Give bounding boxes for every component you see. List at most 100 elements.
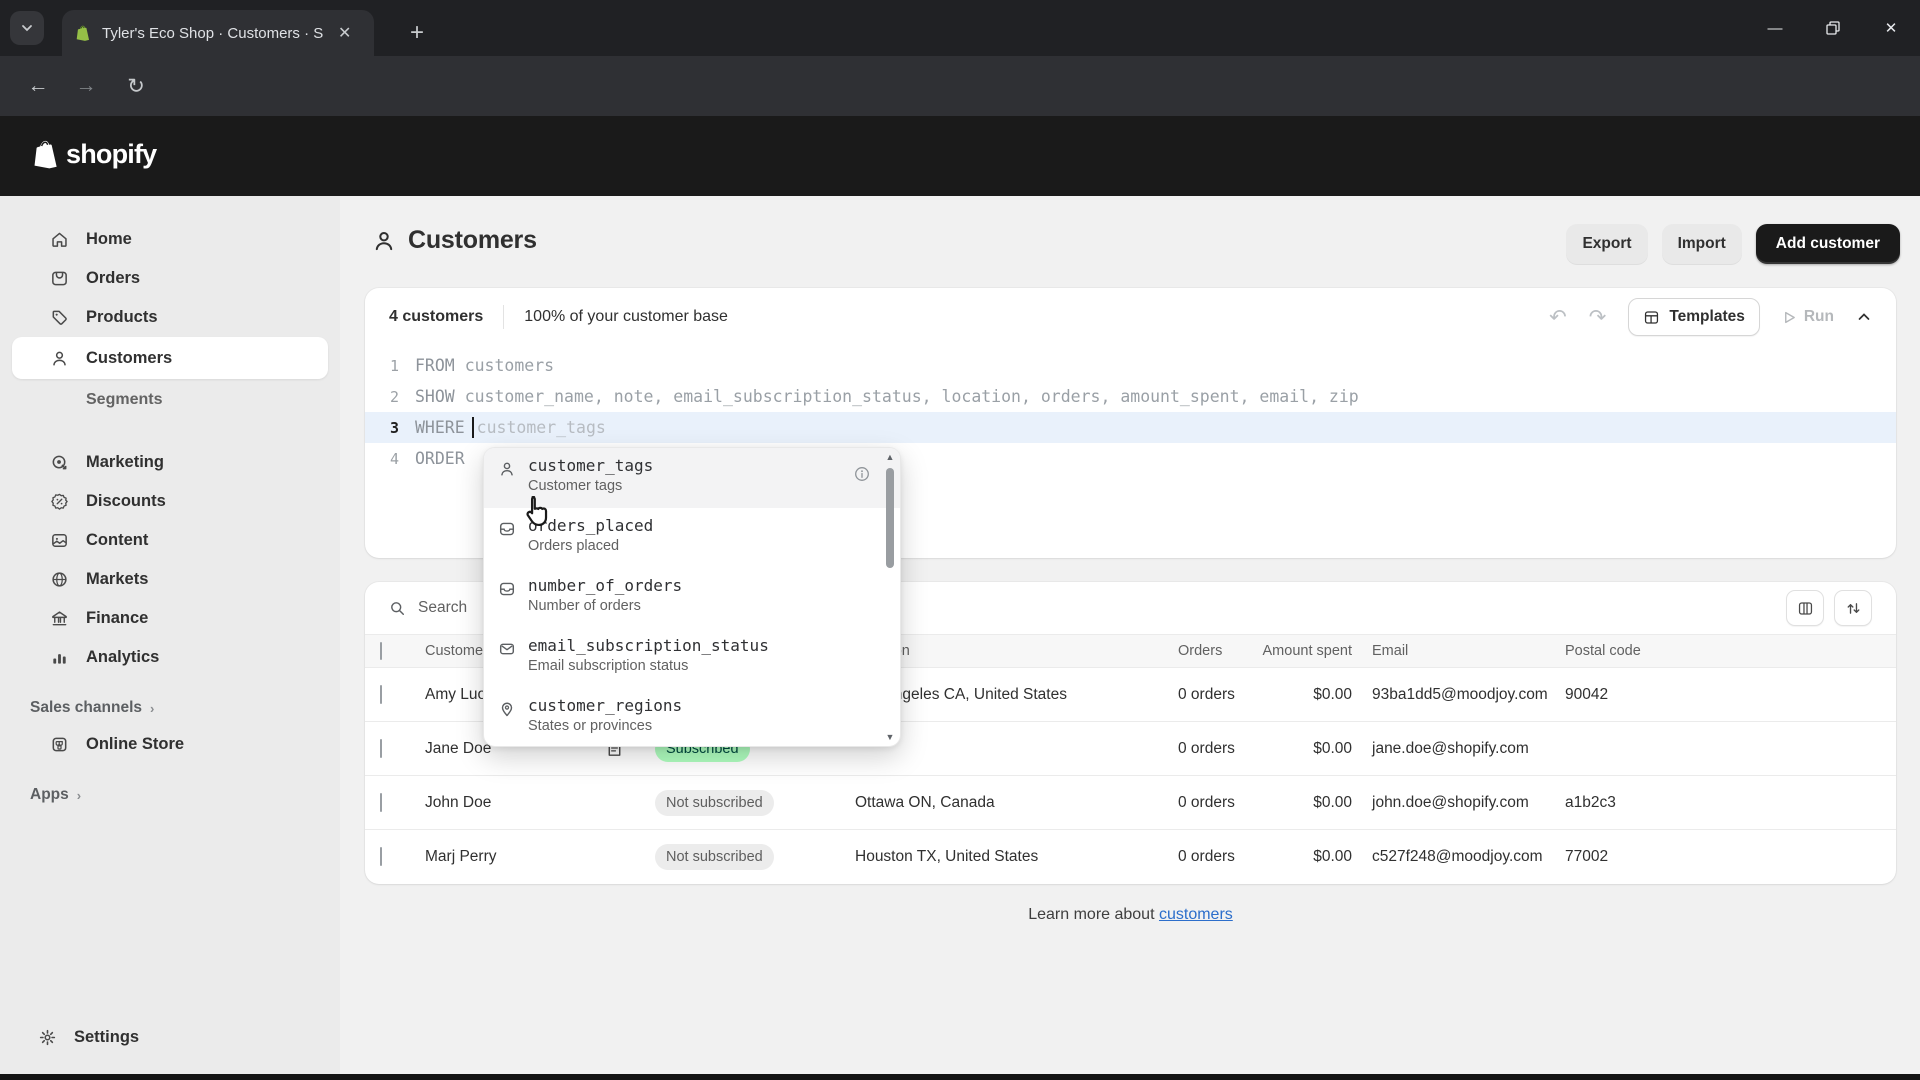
customer-name[interactable]: Jane Doe xyxy=(425,740,491,758)
row-checkbox[interactable] xyxy=(380,738,382,758)
sidebar-item-customers[interactable]: Customers xyxy=(12,337,328,379)
table-row[interactable]: Marj Perry Not subscribed Houston TX, Un… xyxy=(365,830,1896,884)
sidebar-item-discounts[interactable]: Discounts xyxy=(12,482,328,521)
query-line-3-active[interactable]: 3 WHERE customer_tags xyxy=(365,412,1896,443)
sidebar-item-online-store[interactable]: Online Store xyxy=(12,725,328,764)
sort-button[interactable] xyxy=(1834,590,1872,626)
sidebar-item-content[interactable]: Content xyxy=(12,521,328,560)
customers-icon xyxy=(50,349,69,368)
customer-amount-spent: $0.00 xyxy=(1313,685,1352,703)
sidebar-item-label: Discounts xyxy=(86,492,166,510)
tab-close-icon[interactable]: ✕ xyxy=(338,23,351,43)
sidebar-item-orders[interactable]: Orders xyxy=(12,259,328,298)
forward-button[interactable]: → xyxy=(70,70,102,102)
new-tab-button[interactable]: + xyxy=(400,16,434,50)
row-checkbox[interactable] xyxy=(380,684,382,704)
shopify-logo: shopify xyxy=(30,138,157,170)
col-header-amount-spent[interactable]: Amount spent xyxy=(1215,643,1352,659)
add-customer-button[interactable]: Add customer xyxy=(1755,224,1900,264)
person-icon xyxy=(498,460,517,479)
info-icon[interactable] xyxy=(854,466,870,482)
customer-name[interactable]: Marj Perry xyxy=(425,848,496,866)
row-checkbox[interactable] xyxy=(380,847,382,866)
dropdown-item-name: number_of_orders xyxy=(528,576,683,595)
query-line-1[interactable]: 1 FROM customers xyxy=(365,350,1896,381)
collapse-chevron-icon[interactable] xyxy=(1856,309,1872,325)
sidebar-item-label: Marketing xyxy=(86,453,164,471)
sidebar-item-label: Analytics xyxy=(86,648,160,666)
customers-learn-more-link[interactable]: customers xyxy=(1159,906,1233,923)
table-row[interactable]: John Doe Not subscribed Ottawa ON, Canad… xyxy=(365,776,1896,830)
dropdown-item-customer-regions[interactable]: customer_regions States or provinces xyxy=(484,688,900,748)
chevron-right-icon: › xyxy=(150,700,155,716)
learn-more-text: Learn more about xyxy=(1028,906,1155,923)
customer-location: Ottawa ON, Canada xyxy=(855,793,995,811)
coverage-label: 100% of your customer base xyxy=(524,308,728,325)
apps-header[interactable]: Apps › xyxy=(0,778,340,812)
row-checkbox[interactable] xyxy=(380,792,382,812)
dropdown-item-name: customer_tags xyxy=(528,456,654,475)
sales-channels-header[interactable]: Sales channels › xyxy=(0,691,340,725)
scroll-up-icon[interactable]: ▲ xyxy=(884,452,896,462)
query-line-2[interactable]: 2 SHOW customer_name, note, email_subscri… xyxy=(365,381,1896,412)
sidebar-item-marketing[interactable]: Marketing xyxy=(12,443,328,482)
export-button[interactable]: Export xyxy=(1566,224,1648,264)
sidebar-item-label: Content xyxy=(86,531,149,549)
col-header-postal-code[interactable]: Postal code xyxy=(1565,643,1641,659)
dropdown-item-number-of-orders[interactable]: number_of_orders Number of orders xyxy=(484,568,900,628)
customer-amount-spent: $0.00 xyxy=(1313,848,1352,865)
browser-toolbar: ← → ↻ admin.shopify.com/store/jy63jq-dc/… xyxy=(0,56,1920,165)
sidebar-item-products[interactable]: Products xyxy=(12,298,328,337)
col-header-customer[interactable]: Customer xyxy=(425,643,488,659)
sidebar-item-segments[interactable]: Segments xyxy=(12,379,328,421)
page-header: Customers xyxy=(372,226,537,255)
dropdown-item-name: email_subscription_status xyxy=(528,636,769,655)
sidebar-item-markets[interactable]: Markets xyxy=(12,560,328,599)
sidebar-item-label: Orders xyxy=(86,269,141,287)
subscription-badge: Not subscribed xyxy=(655,844,774,870)
undo-icon[interactable]: ↶ xyxy=(1549,305,1567,330)
customer-name[interactable]: John Doe xyxy=(425,794,491,812)
run-button[interactable]: Run xyxy=(1782,308,1834,326)
ghost-suggestion: customer_tags xyxy=(476,418,606,437)
learn-more-footer: Learn more about customers xyxy=(365,906,1896,924)
shopify-wordmark: shopify xyxy=(66,138,157,169)
sidebar-item-finance[interactable]: Finance xyxy=(12,599,328,638)
select-all-checkbox[interactable] xyxy=(380,642,382,660)
close-window-button[interactable]: ✕ xyxy=(1862,0,1920,56)
dropdown-scrollbar[interactable]: ▲ ▼ xyxy=(884,452,896,742)
search-icon xyxy=(391,601,405,615)
dropdown-item-description: Customer tags xyxy=(528,478,623,494)
window-controls: — ✕ xyxy=(1746,0,1920,56)
divider xyxy=(503,305,505,329)
restore-button[interactable] xyxy=(1804,0,1862,56)
sidebar-item-label: Online Store xyxy=(86,735,185,753)
minimize-button[interactable]: — xyxy=(1746,0,1804,56)
redo-icon[interactable]: ↷ xyxy=(1589,305,1607,330)
sidebar-item-analytics[interactable]: Analytics xyxy=(12,638,328,677)
sidebar-item-label: Customers xyxy=(86,348,173,367)
import-button[interactable]: Import xyxy=(1661,224,1742,264)
marketing-icon xyxy=(50,453,69,472)
page-title: Customers xyxy=(408,226,537,254)
back-button[interactable]: ← xyxy=(22,70,54,102)
home-icon xyxy=(50,230,69,249)
sidebar-item-home[interactable]: Home xyxy=(12,220,328,259)
edit-columns-button[interactable] xyxy=(1786,590,1824,626)
scrollbar-thumb[interactable] xyxy=(886,468,894,568)
templates-button[interactable]: Templates xyxy=(1628,298,1760,336)
reload-button[interactable]: ↻ xyxy=(120,70,152,102)
content-icon xyxy=(50,531,69,550)
browser-tab[interactable]: Tyler's Eco Shop · Customers · S ✕ xyxy=(62,10,374,56)
sidebar-item-label: Products xyxy=(86,308,158,326)
analytics-icon xyxy=(50,648,69,667)
col-header-email[interactable]: Email xyxy=(1372,643,1408,659)
tab-search-chevron-icon[interactable] xyxy=(10,11,44,45)
chevron-right-icon: › xyxy=(76,787,82,803)
sidebar-item-settings[interactable]: Settings xyxy=(12,1016,328,1058)
tab-title: Tyler's Eco Shop · Customers · S xyxy=(102,24,324,42)
settings-label: Settings xyxy=(74,1027,140,1046)
dropdown-item-email-subscription-status[interactable]: email_subscription_status Email subscrip… xyxy=(484,628,900,688)
customer-name[interactable]: Amy Luo xyxy=(425,686,486,704)
scroll-down-icon[interactable]: ▼ xyxy=(884,732,896,742)
